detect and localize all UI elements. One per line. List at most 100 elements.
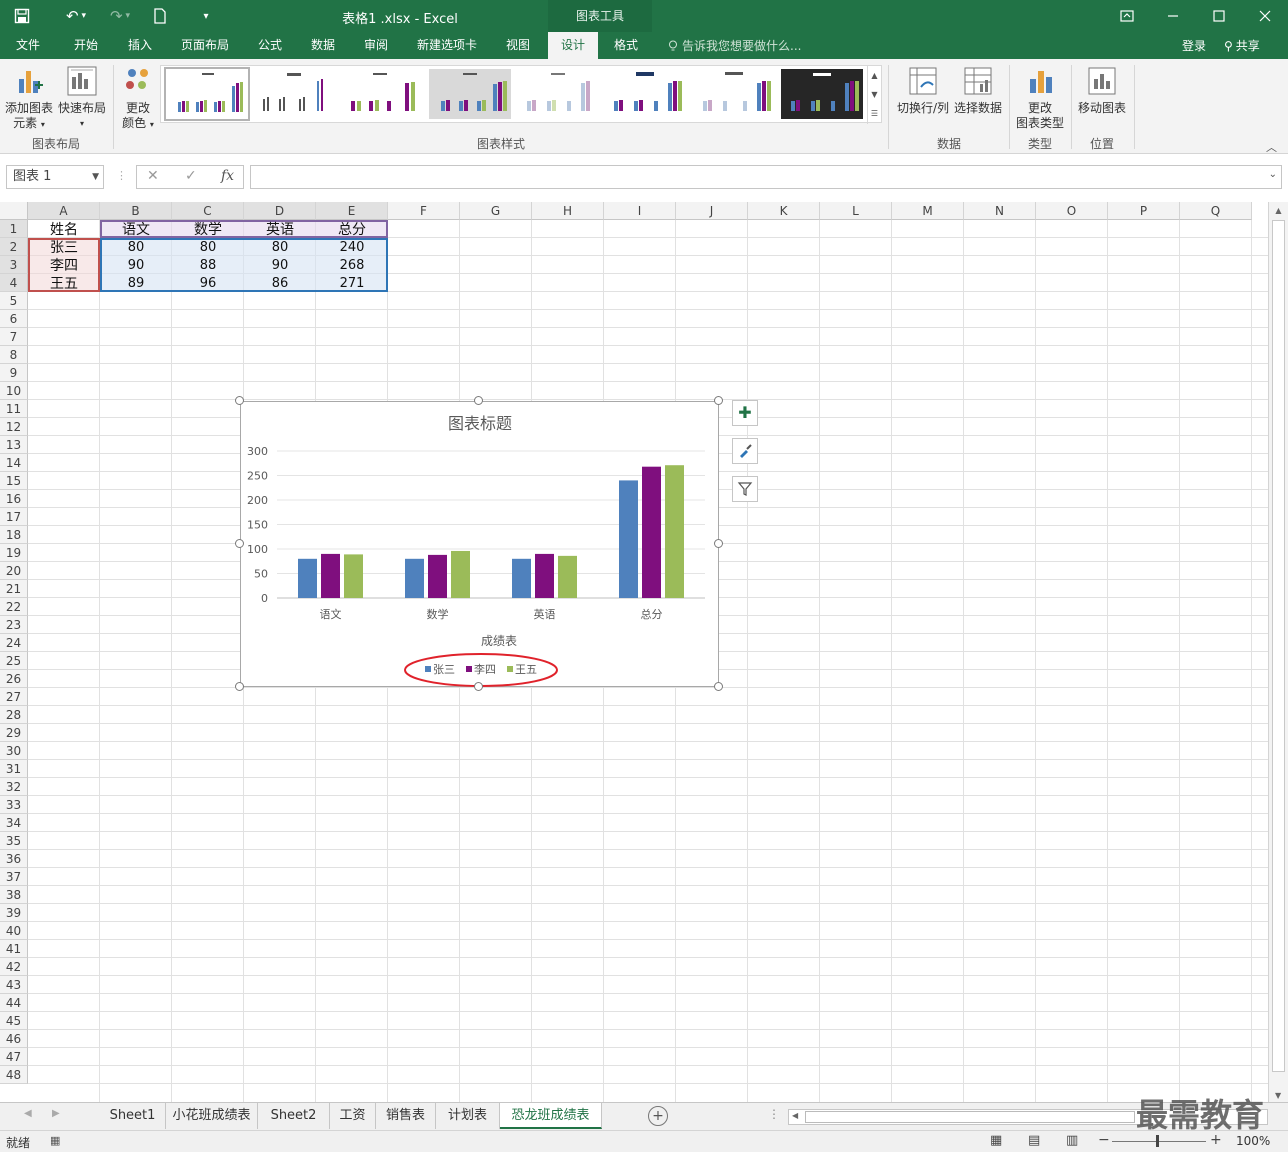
row-header-32[interactable]: 32: [0, 778, 28, 796]
column-header-a[interactable]: A: [28, 202, 100, 220]
column-header-m[interactable]: M: [892, 202, 964, 220]
row-header-23[interactable]: 23: [0, 616, 28, 634]
chart-object[interactable]: 图表标题 0 50 100 150 200 250 300 语文 数学 英语 总分 成绩表 张三 李四 王五: [240, 401, 719, 687]
table-cell[interactable]: 王五: [28, 275, 100, 293]
row-header-10[interactable]: 10: [0, 382, 28, 400]
select-all-corner[interactable]: [0, 202, 28, 220]
page-layout-view-icon[interactable]: ▤: [1028, 1133, 1040, 1148]
row-header-27[interactable]: 27: [0, 688, 28, 706]
chart-style-2[interactable]: [253, 69, 335, 119]
next-sheet-icon[interactable]: ▶: [52, 1108, 60, 1119]
close-icon[interactable]: [1242, 0, 1288, 32]
maximize-icon[interactable]: [1196, 0, 1242, 32]
tab-split-handle-icon[interactable]: ⋮: [768, 1107, 780, 1121]
column-header-i[interactable]: I: [604, 202, 676, 220]
row-header-34[interactable]: 34: [0, 814, 28, 832]
tab-formulas[interactable]: 公式: [248, 32, 292, 59]
column-header-b[interactable]: B: [100, 202, 172, 220]
row-header-44[interactable]: 44: [0, 994, 28, 1012]
resize-handle-r[interactable]: [714, 539, 723, 548]
table-cell[interactable]: 90: [244, 257, 316, 275]
ribbon-display-icon[interactable]: [1104, 0, 1150, 32]
sheet-tab[interactable]: 销售表: [376, 1103, 436, 1129]
gallery-up-icon[interactable]: ▲: [868, 66, 881, 85]
row-header-43[interactable]: 43: [0, 976, 28, 994]
column-header-f[interactable]: F: [388, 202, 460, 220]
chart-style-8[interactable]: [781, 69, 863, 119]
table-header-cell[interactable]: 语文: [100, 221, 172, 239]
row-header-12[interactable]: 12: [0, 418, 28, 436]
table-header-cell[interactable]: 数学: [172, 221, 244, 239]
tab-data[interactable]: 数据: [301, 32, 345, 59]
expand-formula-icon[interactable]: ⌄: [1269, 169, 1277, 180]
row-header-39[interactable]: 39: [0, 904, 28, 922]
chart-filters-icon[interactable]: [732, 476, 758, 502]
row-header-20[interactable]: 20: [0, 562, 28, 580]
chart-style-5[interactable]: [517, 69, 599, 119]
column-header-k[interactable]: K: [748, 202, 820, 220]
tab-file[interactable]: 文件: [8, 32, 48, 59]
customize-qa-icon[interactable]: ▾: [196, 4, 216, 28]
row-header-37[interactable]: 37: [0, 868, 28, 886]
table-cell[interactable]: 88: [172, 257, 244, 275]
row-header-38[interactable]: 38: [0, 886, 28, 904]
minimize-icon[interactable]: [1150, 0, 1196, 32]
tab-format[interactable]: 格式: [604, 32, 648, 59]
sheet-tab[interactable]: 恐龙班成绩表: [500, 1103, 602, 1129]
table-cell[interactable]: 80: [244, 239, 316, 257]
chart-style-6[interactable]: [604, 69, 686, 119]
zoom-slider-track[interactable]: [1112, 1141, 1206, 1142]
row-header-3[interactable]: 3: [0, 256, 28, 274]
sheet-tab[interactable]: 工资: [330, 1103, 376, 1129]
row-header-1[interactable]: 1: [0, 220, 28, 238]
resize-handle-t[interactable]: [474, 396, 483, 405]
zoom-in-icon[interactable]: +: [1210, 1132, 1222, 1148]
vertical-scroll-thumb[interactable]: [1272, 220, 1285, 1072]
zoom-level[interactable]: 100%: [1236, 1134, 1270, 1148]
chart-elements-plus-icon[interactable]: ✚: [732, 400, 758, 426]
table-cell[interactable]: 86: [244, 275, 316, 293]
tab-review[interactable]: 审阅: [354, 32, 398, 59]
column-header-g[interactable]: G: [460, 202, 532, 220]
gallery-down-icon[interactable]: ▼: [868, 85, 881, 104]
column-header-q[interactable]: Q: [1180, 202, 1252, 220]
row-header-5[interactable]: 5: [0, 292, 28, 310]
chart-styles-brush-icon[interactable]: [732, 438, 758, 464]
row-header-40[interactable]: 40: [0, 922, 28, 940]
login-link[interactable]: 登录: [1182, 37, 1206, 54]
row-header-35[interactable]: 35: [0, 832, 28, 850]
row-header-14[interactable]: 14: [0, 454, 28, 472]
row-header-19[interactable]: 19: [0, 544, 28, 562]
horizontal-scroll-thumb[interactable]: [805, 1111, 1135, 1123]
row-header-9[interactable]: 9: [0, 364, 28, 382]
table-cell[interactable]: 李四: [28, 257, 100, 275]
resize-handle-br[interactable]: [714, 682, 723, 691]
column-header-o[interactable]: O: [1036, 202, 1108, 220]
row-header-7[interactable]: 7: [0, 328, 28, 346]
scroll-up-icon[interactable]: ▲: [1269, 206, 1288, 215]
prev-sheet-icon[interactable]: ◀: [24, 1108, 32, 1119]
enter-icon[interactable]: ✓: [185, 168, 197, 184]
table-cell[interactable]: 268: [316, 257, 388, 275]
undo-icon[interactable]: ↶ ▾: [58, 4, 94, 28]
row-header-8[interactable]: 8: [0, 346, 28, 364]
row-header-2[interactable]: 2: [0, 238, 28, 256]
table-header-cell[interactable]: 总分: [316, 221, 388, 239]
vertical-scrollbar[interactable]: ▲ ▼: [1268, 202, 1288, 1102]
scroll-left-icon[interactable]: ◀: [792, 1111, 798, 1120]
row-header-42[interactable]: 42: [0, 958, 28, 976]
row-header-15[interactable]: 15: [0, 472, 28, 490]
row-header-31[interactable]: 31: [0, 760, 28, 778]
chart-style-4[interactable]: [429, 69, 511, 119]
normal-view-icon[interactable]: ▦: [990, 1133, 1002, 1148]
resize-handle-bl[interactable]: [235, 682, 244, 691]
row-header-16[interactable]: 16: [0, 490, 28, 508]
resize-handle-b[interactable]: [474, 682, 483, 691]
row-header-46[interactable]: 46: [0, 1030, 28, 1048]
column-header-d[interactable]: D: [244, 202, 316, 220]
zoom-slider-thumb[interactable]: [1156, 1135, 1159, 1147]
gallery-scroll[interactable]: ▲ ▼ ☰: [867, 66, 881, 124]
redo-icon[interactable]: ↷ ▾: [102, 4, 138, 28]
sheet-tab[interactable]: Sheet2: [258, 1103, 330, 1129]
tab-design[interactable]: 设计: [548, 32, 598, 59]
